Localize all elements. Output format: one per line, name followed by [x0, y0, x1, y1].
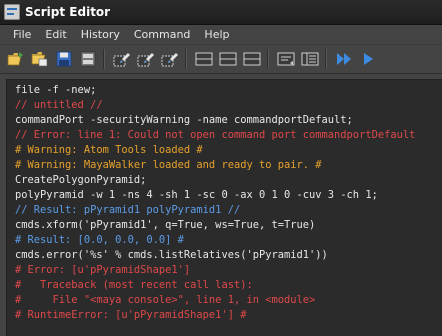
save-to-shelf-button[interactable] — [78, 49, 98, 69]
execute-button[interactable] — [358, 49, 378, 69]
menu-bar: File Edit History Command Help — [0, 25, 442, 45]
history-line-result: // Result: pPyramid1 polyPyramid1 // — [15, 204, 241, 216]
history-line-error: // Error: line 1: Could not open command… — [15, 129, 416, 141]
history-line-command: cmds.error('%s' % cmds.listRelatives('pP… — [15, 249, 328, 261]
history-line-warning: # Warning: MayaWalker loaded and ready t… — [15, 159, 322, 171]
toolbar-separator — [185, 49, 187, 69]
execute-all-button[interactable] — [334, 49, 354, 69]
toolbar-separator — [103, 49, 105, 69]
history-line-command: cmds.xform('pPyramid1', q=True, ws=True,… — [15, 219, 316, 231]
execute-icon — [364, 53, 373, 65]
clear-all-icon — [161, 53, 178, 67]
show-line-numbers-button[interactable] — [300, 49, 320, 69]
show-history-button[interactable] — [194, 49, 214, 69]
history-line-error: # Error: [u'pPyramidShape1'] — [15, 264, 191, 276]
menu-help[interactable]: Help — [197, 25, 236, 44]
menu-history[interactable]: History — [74, 25, 127, 44]
title-bar[interactable]: Script Editor — [0, 0, 442, 25]
save-script-button[interactable] — [54, 49, 74, 69]
toolbar-separator — [325, 49, 327, 69]
open-script-button[interactable] — [6, 49, 26, 69]
save-script-to-shelf-icon — [80, 51, 96, 67]
source-script-button[interactable] — [30, 49, 50, 69]
execute-all-icon — [337, 53, 351, 65]
echo-all-commands-icon — [277, 52, 295, 66]
clear-history-button[interactable] — [112, 49, 132, 69]
echo-all-commands-button[interactable] — [276, 49, 296, 69]
history-line-error: # Traceback (most recent call last): — [15, 279, 253, 291]
toolbar-separator — [267, 49, 269, 69]
show-input-button[interactable] — [218, 49, 238, 69]
history-line-error: # File "<maya console>", line 1, in <mod… — [15, 294, 316, 306]
menu-file[interactable]: File — [0, 25, 38, 44]
show-both-button[interactable] — [242, 49, 262, 69]
history-line-command: polyPyramid -w 1 -ns 4 -sh 1 -sc 0 -ax 0… — [15, 189, 378, 201]
save-script-icon — [56, 51, 72, 67]
history-line-command: commandPort -securityWarning -name comma… — [15, 114, 353, 126]
history-lines: file -f -new; // untitled // commandPort -… — [7, 80, 442, 323]
menu-command[interactable]: Command — [127, 25, 198, 44]
source-script-icon — [31, 52, 48, 67]
clear-all-button[interactable] — [160, 49, 180, 69]
clear-input-button[interactable] — [136, 49, 156, 69]
menu-edit[interactable]: Edit — [38, 25, 73, 44]
history-line-command: CreatePolygonPyramid; — [15, 174, 147, 186]
toolbar — [0, 45, 442, 74]
show-both-icon — [243, 52, 261, 66]
window-title: Script Editor — [25, 5, 111, 19]
show-input-only-icon — [219, 52, 237, 66]
script-editor-window: Script Editor File Edit History Command … — [0, 0, 442, 336]
script-editor-app-icon — [4, 4, 20, 20]
history-line-warning: # Warning: Atom Tools loaded # — [15, 144, 203, 156]
history-line-result: # Result: [0.0, 0.0, 0.0] # — [15, 234, 184, 246]
history-line-error: // untitled // — [15, 99, 103, 111]
history-line-command: file -f -new; — [15, 84, 97, 96]
script-history-panel[interactable]: file -f -new; // untitled // commandPort -… — [6, 79, 442, 336]
show-history-only-icon — [195, 52, 213, 66]
show-line-numbers-icon — [301, 52, 319, 66]
clear-history-icon — [113, 53, 130, 67]
clear-input-icon — [137, 53, 154, 67]
history-line-error: # RuntimeError: [u'pPyramidShape1'] # — [15, 309, 247, 321]
open-script-icon — [7, 52, 23, 66]
